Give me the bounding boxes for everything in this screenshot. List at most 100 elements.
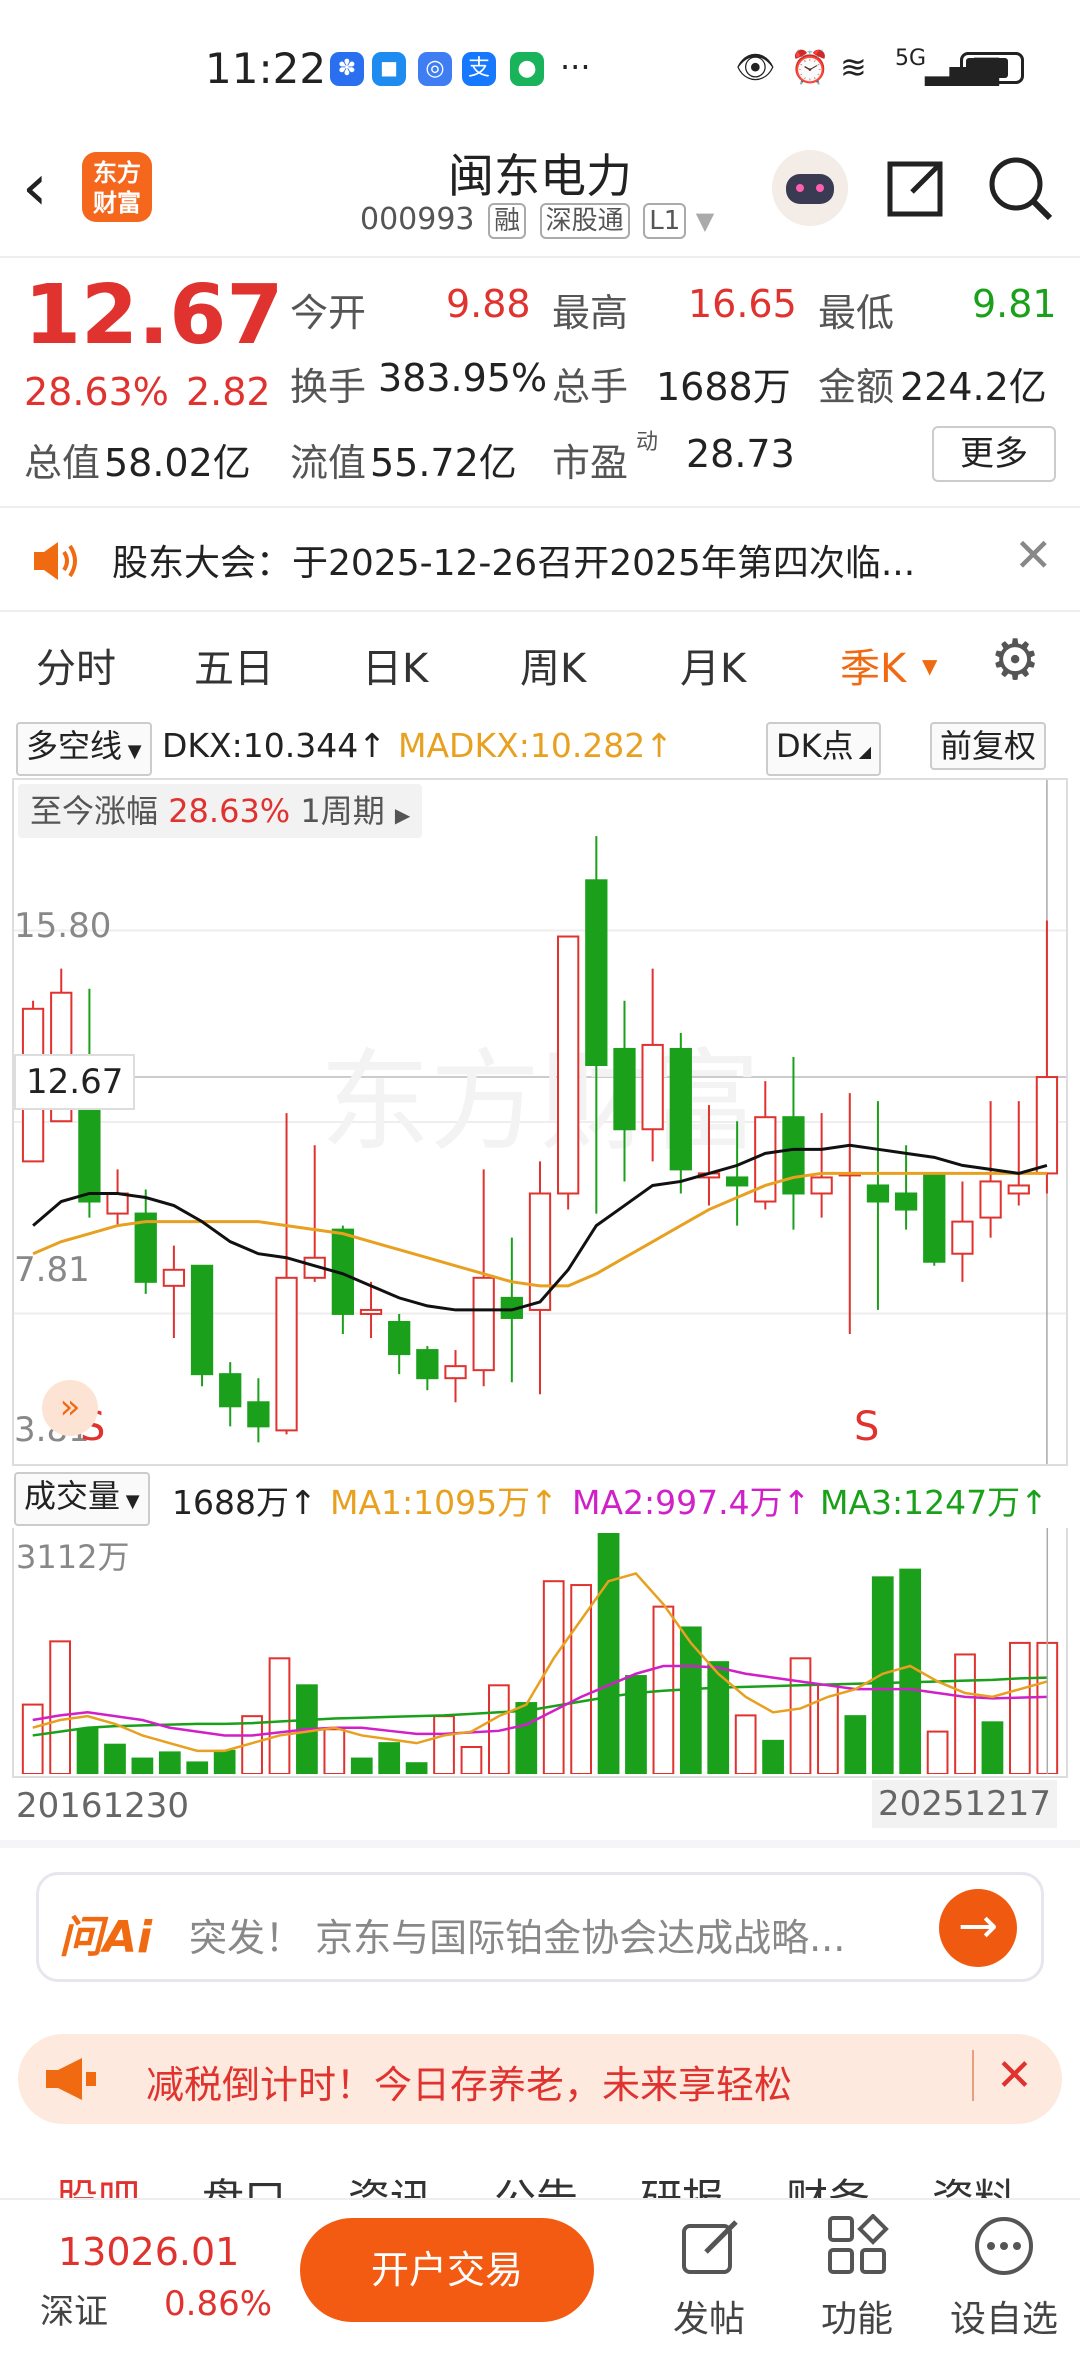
kline-chart[interactable]: 东方财富 至今涨幅 28.63% 1周期 ▶ 15.80 7.81 3.81 1…	[12, 778, 1068, 1466]
battery-icon	[960, 52, 1024, 84]
candle-body	[979, 1180, 1002, 1219]
volume-bar	[844, 1715, 867, 1775]
tab-intraday[interactable]: 分时	[36, 636, 116, 694]
change-percent: 28.63%	[24, 370, 169, 414]
candle-body	[388, 1320, 411, 1356]
functions-grid-icon[interactable]	[826, 2214, 890, 2278]
volume-axis-max: 3112万	[16, 1538, 130, 1576]
subtab-orderbook[interactable]: 盘口	[202, 2166, 286, 2200]
volume-ma3-line	[32, 1676, 1048, 1737]
candle-body	[585, 879, 608, 1067]
turnover-value: 383.95%	[378, 356, 548, 400]
more-button[interactable]: 更多	[932, 426, 1056, 482]
subtab-profile[interactable]: 资料	[932, 2166, 1016, 2200]
margin-tag: 融	[488, 203, 527, 239]
announcement-bar[interactable]: 股东大会：于2025-12-26召开2025年第四次临... ✕	[0, 508, 1080, 612]
stock-header: ‹ 东方 财富 闽东电力 000993 融 深股通 L1 ▼	[0, 130, 1080, 258]
adjust-button[interactable]: 前复权	[930, 722, 1047, 770]
indicator-select[interactable]: 多空线 ▼	[16, 722, 152, 776]
dk-point-button[interactable]: DK点 ◢	[766, 722, 882, 776]
candle-body	[190, 1264, 214, 1376]
subtab-news[interactable]: 资讯	[348, 2166, 432, 2200]
volume-bar	[433, 1715, 455, 1775]
candle-body	[162, 1268, 186, 1287]
candle-body	[951, 1220, 974, 1255]
candle-body	[444, 1365, 467, 1380]
alipay-app-icon: 支	[462, 52, 496, 86]
volume-bar	[268, 1657, 291, 1776]
pe-dynamic-mark: 动	[636, 430, 659, 455]
volume-bar	[1008, 1641, 1031, 1775]
index-value[interactable]: 13026.01	[58, 2230, 239, 2274]
index-name: 深证	[40, 2292, 108, 2332]
close-icon[interactable]: ✕	[1014, 528, 1053, 582]
candle-body	[275, 1276, 298, 1432]
volume-ma1: MA1:1095万↑	[330, 1483, 558, 1522]
subtab-research[interactable]: 研报	[640, 2166, 724, 2200]
megaphone-icon	[46, 2058, 96, 2100]
volume-chart[interactable]: 3112万	[12, 1528, 1068, 1778]
range-change-box[interactable]: 至今涨幅 28.63% 1周期 ▶	[18, 784, 423, 838]
ai-news-bar[interactable]: 问Ai 突发！ 京东与国际铂金协会达成战略... →	[36, 1872, 1044, 1982]
high-value: 16.65	[688, 282, 797, 326]
search-icon[interactable]	[986, 154, 1056, 224]
volume-bar	[350, 1757, 373, 1776]
volume-bar	[378, 1742, 401, 1776]
divider	[0, 1840, 1080, 1848]
add-watchlist-label[interactable]: 设自选	[944, 2290, 1064, 2342]
volume-select[interactable]: 成交量 ▼	[14, 1472, 150, 1526]
stock-code-row: 000993 融 深股通 L1 ▼	[360, 202, 714, 239]
post-label[interactable]: 发帖	[649, 2290, 769, 2342]
y-tick-mid: 7.81	[14, 1250, 90, 1290]
finance-app-icon: ●	[510, 52, 544, 86]
candle-body	[472, 1276, 495, 1372]
more-dots-icon[interactable]	[972, 2214, 1036, 2278]
subtab-financials[interactable]: 财务	[786, 2166, 870, 2200]
date-end: 20251217	[872, 1780, 1058, 1828]
candle-body	[247, 1401, 270, 1428]
open-account-trade-button[interactable]: 开户交易	[300, 2218, 594, 2322]
share-icon[interactable]	[882, 156, 948, 222]
subtab-forum[interactable]: 股吧	[56, 2166, 140, 2200]
volume-bar	[186, 1761, 209, 1775]
ai-assistant-icon[interactable]	[772, 150, 848, 226]
madkx-value: MADKX:10.282↑	[398, 726, 673, 765]
candle-body	[894, 1192, 918, 1211]
amount-label: 金额	[818, 365, 895, 409]
tab-weekly-k[interactable]: 周K	[520, 636, 586, 694]
volume-label: 总手	[552, 365, 629, 409]
pe-label: 市盈	[552, 441, 629, 485]
functions-label[interactable]: 功能	[797, 2290, 917, 2342]
volume-bar	[762, 1739, 784, 1775]
volume-indicator-row: 成交量 ▼ 1688万↑ MA1:1095万↑ MA2:997.4万↑ MA3:…	[0, 1466, 1080, 1526]
ai-news-text: 突发！ 京东与国际铂金协会达成战略...	[189, 1916, 846, 1960]
settings-gear-icon[interactable]: ⚙	[990, 628, 1040, 693]
tab-daily-k[interactable]: 日K	[362, 636, 428, 694]
kline-indicator-row: 多空线 ▼ DKX:10.344↑ MADKX:10.282↑ DK点 ◢ 前复…	[0, 716, 1080, 776]
change-amount: 2.82	[186, 370, 271, 414]
promo-banner[interactable]: 减税倒计时！今日存养老，未来享轻松 ✕	[18, 2034, 1062, 2124]
float-value: 55.72亿	[370, 441, 517, 485]
subtab-announcements[interactable]: 公告	[494, 2166, 578, 2200]
float-label: 流值	[290, 441, 367, 485]
volume-bar	[871, 1576, 894, 1775]
volume-bar	[597, 1533, 620, 1775]
open-label: 今开	[290, 291, 367, 335]
arrow-right-icon[interactable]: →	[939, 1889, 1017, 1967]
promo-close-icon[interactable]: ✕	[972, 2050, 1033, 2101]
tab-monthly-k[interactable]: 月K	[680, 636, 746, 694]
tab-dropdown-icon[interactable]: ▼	[922, 654, 937, 678]
message-app-icon: ◼	[372, 52, 406, 86]
current-price: 12.67	[24, 268, 284, 363]
dropdown-arrow-icon[interactable]: ▼	[696, 207, 714, 235]
level-tag: L1	[643, 203, 687, 239]
volume-bar	[625, 1675, 647, 1775]
tab-quarterly-k[interactable]: 季K	[840, 636, 906, 694]
y-tick-high: 15.80	[14, 906, 112, 946]
network-label: 5G	[895, 46, 927, 71]
edit-post-icon[interactable]	[678, 2214, 742, 2278]
candle-body	[669, 1047, 692, 1171]
index-change: 0.86%	[164, 2284, 273, 2324]
expand-arrows-icon[interactable]: »	[42, 1380, 98, 1436]
tab-five-day[interactable]: 五日	[194, 636, 274, 694]
